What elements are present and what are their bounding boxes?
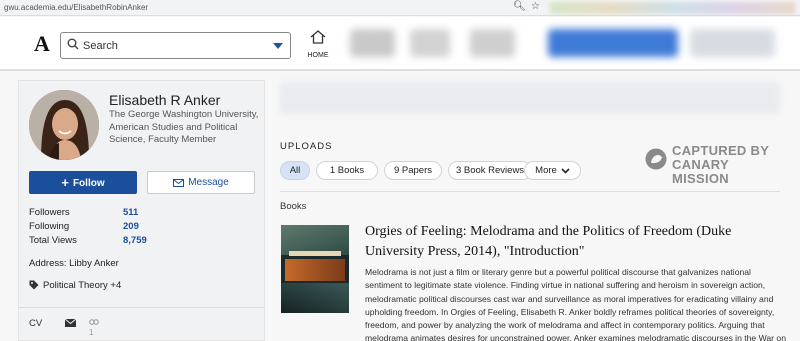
book-description: Melodrama is not just a film or literary… xyxy=(365,267,786,341)
divider xyxy=(19,307,264,308)
plus-icon: + xyxy=(61,175,69,190)
stat-following[interactable]: Following 209 xyxy=(29,220,147,234)
pill-all[interactable]: All xyxy=(280,161,310,180)
cv-link[interactable]: CV xyxy=(29,318,42,329)
stamp-line-2: CANARY MISSION xyxy=(672,157,729,186)
nav-item-blurred-1[interactable] xyxy=(350,29,395,57)
pill-papers[interactable]: 9 Papers xyxy=(384,161,442,180)
stamp-text: CAPTURED BY CANARY MISSION xyxy=(672,144,785,186)
profile-name: Elisabeth R Anker xyxy=(109,92,221,108)
nav-item-blurred-3[interactable] xyxy=(470,29,515,57)
stat-total-views[interactable]: Total Views 8,759 xyxy=(29,234,147,248)
stamp-line-1: CAPTURED BY xyxy=(672,143,770,158)
profile-card: Elisabeth R Anker The George Washington … xyxy=(18,80,265,341)
research-interests-label: Political Theory +4 xyxy=(43,280,122,291)
stat-label: Following xyxy=(29,221,70,232)
home-label: HOME xyxy=(307,52,329,59)
home-button[interactable]: HOME xyxy=(303,30,333,62)
chevron-down-icon[interactable] xyxy=(273,43,283,49)
links-count[interactable]: 1 xyxy=(89,318,99,337)
envelope-icon xyxy=(173,179,185,187)
research-interests[interactable]: Political Theory +4 xyxy=(29,280,121,291)
stat-label: Total Views xyxy=(29,235,77,246)
bookmark-star-icon[interactable]: ☆ xyxy=(531,1,540,12)
profile-stats: Followers 511 Following 209 Total Views 8,7… xyxy=(29,206,147,248)
canary-mission-stamp: CAPTURED BY CANARY MISSION xyxy=(645,144,785,186)
zoom-icon[interactable]: 🔍︎ xyxy=(513,1,526,12)
uploads-heading: UPLOADS xyxy=(280,141,333,152)
links-count-value: 1 xyxy=(89,328,94,337)
pill-more-label: More xyxy=(535,165,557,176)
nav-item-blurred-2[interactable] xyxy=(410,29,450,57)
chevron-down-icon xyxy=(561,168,570,174)
pill-more[interactable]: More xyxy=(524,161,581,180)
stat-value[interactable]: 511 xyxy=(123,206,138,220)
stat-label: Followers xyxy=(29,207,70,218)
book-title-link[interactable]: Orgies of Feeling: Melodrama and the Pol… xyxy=(365,222,785,262)
url-text[interactable]: gwu.academia.edu/ElisabethRobinAnker xyxy=(4,3,148,12)
upgrade-button-blurred[interactable] xyxy=(548,29,678,57)
email-icon[interactable] xyxy=(65,319,76,327)
message-label: Message xyxy=(188,177,229,188)
message-button[interactable]: Message xyxy=(147,171,255,194)
follow-label: Follow xyxy=(72,178,105,189)
avatar xyxy=(29,90,99,160)
canary-bird-icon xyxy=(645,148,667,170)
divider xyxy=(280,191,780,192)
tag-icon xyxy=(29,280,39,290)
link-icon xyxy=(89,319,99,325)
search-input[interactable] xyxy=(83,37,263,55)
academia-logo[interactable]: A xyxy=(34,31,50,57)
extensions-area xyxy=(550,2,795,14)
profile-address: Address: Libby Anker xyxy=(29,258,119,269)
profile-affiliation[interactable]: The George Washington University, Americ… xyxy=(109,109,259,147)
top-navigation: A HOME xyxy=(0,17,800,71)
search-box[interactable] xyxy=(60,32,291,59)
pill-books[interactable]: 1 Books xyxy=(316,161,378,180)
pill-book-reviews[interactable]: 3 Book Reviews xyxy=(448,161,532,180)
book-cover[interactable] xyxy=(281,225,349,313)
blurred-banner xyxy=(280,82,780,114)
search-icon xyxy=(67,38,79,50)
stat-value[interactable]: 209 xyxy=(123,220,139,234)
home-icon xyxy=(310,30,326,44)
stat-value[interactable]: 8,759 xyxy=(123,234,147,248)
follow-button[interactable]: + Follow xyxy=(29,171,137,194)
account-menu-blurred[interactable] xyxy=(690,29,775,57)
browser-address-bar[interactable]: gwu.academia.edu/ElisabethRobinAnker 🔍︎ … xyxy=(0,0,800,16)
books-section-label: Books xyxy=(280,201,307,212)
stat-followers[interactable]: Followers 511 xyxy=(29,206,147,220)
